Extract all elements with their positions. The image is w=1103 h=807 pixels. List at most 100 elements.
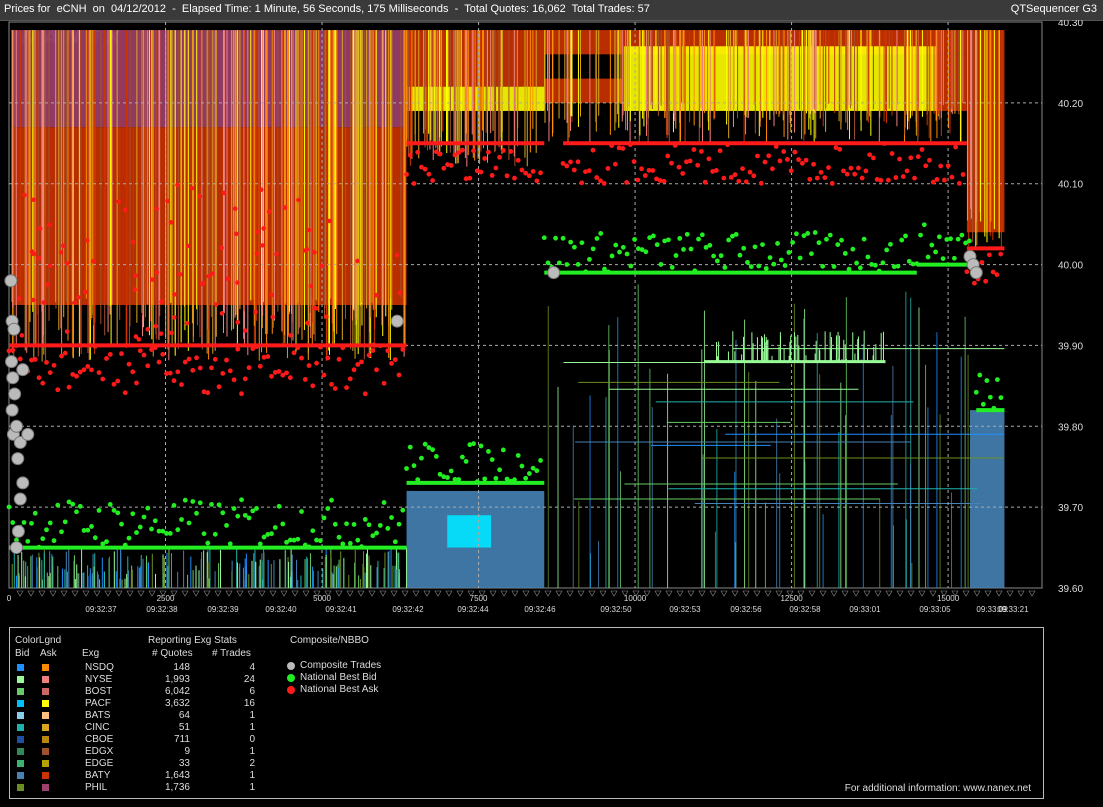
nbbo-point <box>929 242 935 248</box>
nbbo-point <box>857 265 863 271</box>
nbbo-point <box>980 401 986 407</box>
nbbo-point <box>673 253 679 258</box>
nbbo-point <box>672 142 678 148</box>
nbbo-point <box>519 463 525 469</box>
nbbo-point <box>314 360 319 366</box>
nbbo-point <box>396 372 402 378</box>
nbbo-point <box>47 370 53 375</box>
nbbo-point <box>771 261 777 267</box>
ask-drop-point <box>116 199 121 204</box>
time-tick-marker <box>720 590 728 597</box>
nbbo-point <box>482 476 488 482</box>
nbbo-point <box>107 502 113 507</box>
time-tick-marker <box>401 590 409 597</box>
time-tick-marker <box>742 590 750 597</box>
nbbo-point <box>205 540 211 546</box>
ask-drop-point <box>197 194 203 199</box>
bid-color-swatch <box>17 736 24 743</box>
nbbo-point <box>130 511 136 517</box>
nbbo-point <box>197 365 203 371</box>
ask-drop-point <box>201 280 206 286</box>
nbbo-point <box>590 246 596 252</box>
nbbo-point <box>740 166 745 172</box>
nbbo-point <box>355 537 361 543</box>
nbbo-point <box>197 500 203 506</box>
nbbo-point <box>624 251 630 257</box>
trade-point <box>4 274 18 288</box>
nbbo-point <box>74 373 79 379</box>
trade-count: 24 <box>243 674 255 685</box>
time-tick-marker <box>555 590 563 597</box>
nbbo-point <box>839 237 844 243</box>
ask-drop-point <box>154 270 160 275</box>
nbbo-point <box>370 348 376 353</box>
nbbo-point <box>44 527 49 533</box>
time-tick-marker <box>709 590 717 597</box>
nbbo-point <box>732 172 738 178</box>
nbbo-point <box>374 530 379 536</box>
nbbo-point <box>797 255 803 261</box>
nbbo-point <box>389 515 394 520</box>
trade-point <box>11 452 25 466</box>
nbbo-point <box>814 175 820 181</box>
ask-color-swatch <box>42 736 49 743</box>
ask-color-swatch <box>42 760 49 767</box>
nbbo-point <box>463 458 469 464</box>
nbbo-point <box>291 350 297 356</box>
time-tick-marker <box>962 590 970 597</box>
nbbo-point <box>62 350 68 356</box>
nbbo-point <box>526 471 532 476</box>
ask-drop-point <box>397 290 403 296</box>
nbbo-point <box>691 147 697 152</box>
exchange-name: EDGE <box>85 758 114 769</box>
nbbo-point <box>10 520 16 525</box>
nbbo-point <box>983 278 989 284</box>
time-tick-marker <box>49 590 57 597</box>
time-tick-marker <box>16 590 24 597</box>
ask-drop-point <box>133 334 139 339</box>
bid-color-swatch <box>17 760 24 767</box>
trade-point <box>390 314 404 328</box>
chart-title: Prices for eCNH on 04/12/2012 - Elapsed … <box>4 3 650 15</box>
ask-drop-point <box>189 185 195 191</box>
y-tick-label: 39.60 <box>1058 584 1083 595</box>
nbbo-point <box>699 232 705 238</box>
nbbo-point <box>493 165 499 171</box>
trade-count: 1 <box>249 782 255 793</box>
bid-color-swatch <box>17 748 24 755</box>
nbbo-point <box>389 361 394 366</box>
quote-count: 6,042 <box>164 686 190 697</box>
nbbo-point <box>878 177 884 183</box>
nbbo-point <box>310 528 316 534</box>
nbbo-point <box>541 235 547 241</box>
nbbo-point <box>141 352 147 358</box>
nbbo-point <box>538 170 543 176</box>
nbbo-point <box>726 237 732 243</box>
nbbo-point <box>627 142 633 148</box>
time-label: 09:32:50 <box>600 605 632 614</box>
nbbo-point <box>231 377 237 383</box>
ask-color-swatch <box>42 772 49 779</box>
ask-drop-point <box>261 226 266 231</box>
nbbo-point <box>179 382 184 387</box>
nbbo-point <box>467 175 473 181</box>
time-tick-marker <box>434 590 442 597</box>
trade-point <box>11 524 25 538</box>
nbbo-point <box>224 357 229 363</box>
nbbo-point <box>111 381 117 387</box>
ask-drop-point <box>153 323 159 329</box>
time-tick-marker <box>896 590 904 597</box>
nbbo-point <box>987 394 993 400</box>
nbbo-point <box>523 475 529 481</box>
nbbo-point <box>347 376 353 382</box>
nbbo-point <box>459 147 465 153</box>
nbbo-point <box>938 163 944 169</box>
nbbo-point <box>702 179 708 185</box>
nbbo-point <box>220 510 226 516</box>
nbbo-point <box>575 159 581 165</box>
y-tick-label: 39.70 <box>1058 503 1083 514</box>
nbbo-point <box>736 178 742 184</box>
nbbo-point <box>564 163 570 169</box>
nbbo-point <box>661 178 667 184</box>
quote-count: 3,632 <box>164 698 190 709</box>
